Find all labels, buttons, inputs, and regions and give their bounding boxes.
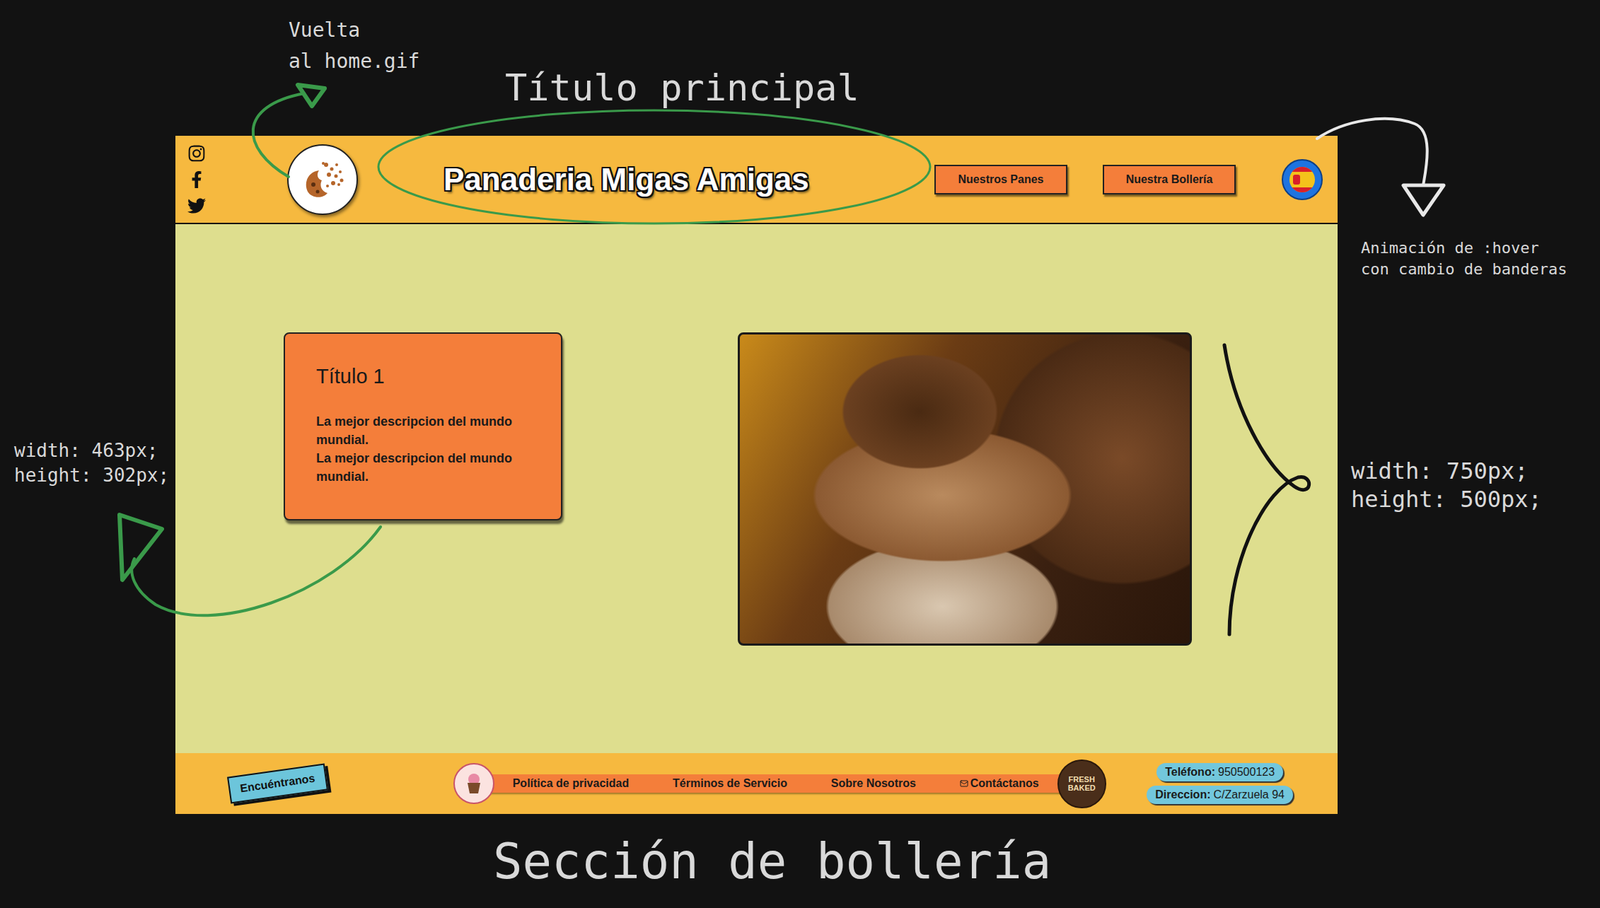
title-annotation: Título principal xyxy=(505,66,860,109)
section-annotation: Sección de bollería xyxy=(493,833,1052,890)
language-flag[interactable] xyxy=(1281,159,1323,201)
flag-arrow-icon xyxy=(1317,118,1428,186)
flag-arrowhead-icon xyxy=(1403,185,1444,216)
footer-links: Política de privacidad Términos de Servic… xyxy=(453,759,1107,809)
image-size-annotation: width: 750px;height: 500px; xyxy=(1351,456,1542,514)
flag-icon xyxy=(1281,159,1323,201)
footer-link[interactable]: Política de privacidad xyxy=(512,777,630,791)
home-arrow-icon xyxy=(253,93,305,177)
badge-text: FRESH BAKED xyxy=(1063,775,1100,793)
mockup-page: Panaderia Migas AmigasNuestros PanesNues… xyxy=(0,0,1600,908)
contact-info: Teléfono:950500123 Direccion:C/Zarzuela 9… xyxy=(1146,763,1294,805)
card-arrowhead-icon xyxy=(119,514,162,581)
home-annotation: Vueltaal home.gif xyxy=(288,14,420,78)
contact-pill: Direccion:C/Zarzuela 94 xyxy=(1146,785,1294,805)
footer-link[interactable]: Contáctanos xyxy=(959,777,1040,791)
main-nav: Nuestros Panes Nuestra Bollería xyxy=(934,164,1236,195)
card-size-annotation: width: 463px;height: 302px; xyxy=(14,438,170,489)
mail-icon xyxy=(959,779,969,788)
contact-pill: Teléfono:950500123 xyxy=(1156,763,1284,782)
find-us-button[interactable]: Encuéntranos xyxy=(227,763,329,805)
info-card: Título 1 La mejor descripcion del mundo m… xyxy=(283,332,563,521)
footer-link-bar: Política de privacidad Términos de Servic… xyxy=(484,774,1068,793)
cupcake-icon xyxy=(461,771,486,796)
twitter-icon[interactable] xyxy=(187,196,206,216)
instagram-icon[interactable] xyxy=(187,144,206,163)
website-mockup: Panaderia Migas AmigasNuestros PanesNues… xyxy=(175,135,1338,815)
flag-annotation: Animación de :hovercon cambio de bandera… xyxy=(1360,237,1567,281)
cookie-icon xyxy=(297,154,348,205)
cupcake-photo xyxy=(737,332,1192,646)
facebook-icon[interactable] xyxy=(188,171,206,189)
nav-button[interactable]: Nuestra Bollería xyxy=(1102,164,1236,195)
nav-button[interactable]: Nuestros Panes xyxy=(934,164,1068,195)
card-title: Título 1 xyxy=(316,364,533,389)
footer-link[interactable]: Sobre Nosotros xyxy=(831,777,917,791)
annotation-arrows xyxy=(0,0,1600,908)
image-brace-icon xyxy=(1224,345,1310,635)
card-description: La mejor descripcion del mundo mundial. xyxy=(316,449,533,486)
fresh-baked-badge: FRESH BAKED xyxy=(1057,759,1107,809)
site-header: Panaderia Migas AmigasNuestros PanesNues… xyxy=(175,135,1338,225)
footer-link[interactable]: Términos de Servicio xyxy=(672,777,788,791)
site-title: Panaderia Migas Amigas xyxy=(443,161,868,198)
title-ellipse-icon xyxy=(378,110,931,224)
home-logo[interactable] xyxy=(287,144,358,216)
card-arrow-icon xyxy=(131,526,381,616)
home-arrowhead-icon xyxy=(297,84,325,107)
site-footer: Encuéntranos Política de privacidad Términ… xyxy=(175,753,1338,815)
social-links xyxy=(187,144,206,216)
bakery-section: Título 1 La mejor descripcion del mundo m… xyxy=(175,224,1338,754)
card-description: La mejor descripcion del mundo mundial. xyxy=(316,412,533,450)
cupcake-logo xyxy=(453,763,495,805)
